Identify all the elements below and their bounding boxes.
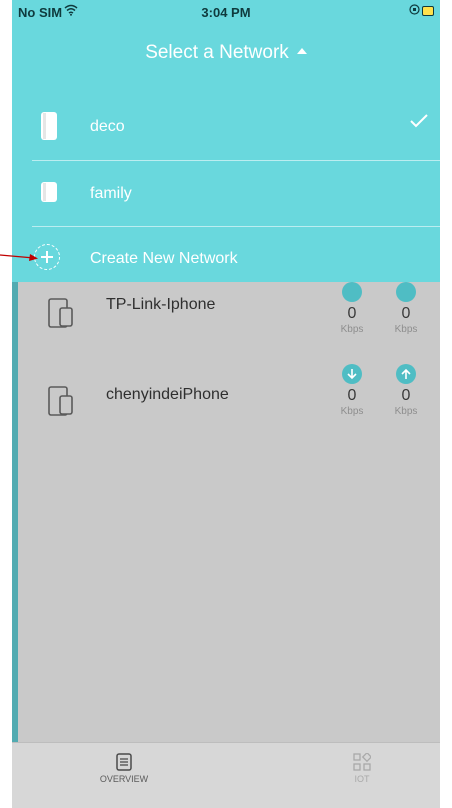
battery-icon — [422, 6, 434, 16]
device-name: chenyindeiPhone — [106, 386, 229, 403]
orientation-lock-icon — [409, 4, 420, 18]
upload-value: 0 — [401, 387, 411, 404]
device-row[interactable]: chenyindeiPhone 0 Kbps 0 Kbps — [12, 364, 440, 448]
bottom-tab-bar: OVERVIEW IOT — [12, 742, 440, 808]
caret-up-icon — [296, 47, 307, 54]
page-title: Select a Network — [145, 42, 289, 63]
network-selector-header[interactable]: Select a Network — [12, 42, 440, 64]
iot-grid-icon — [312, 753, 412, 771]
network-item-deco[interactable]: deco — [12, 94, 440, 160]
download-arrow-icon — [342, 282, 362, 302]
device-name: TP-Link-Iphone — [106, 296, 216, 313]
upload-rate: 0 Kbps — [382, 364, 430, 417]
tab-overview[interactable]: OVERVIEW — [74, 753, 174, 784]
phone-tablet-icon — [48, 298, 74, 333]
clock: 3:04 PM — [201, 5, 251, 20]
status-bar: No SIM 3:04 PM — [12, 0, 440, 24]
tab-overview-label: OVERVIEW — [99, 774, 149, 784]
create-network-label: Create New Network — [90, 250, 238, 267]
network-selector-panel: No SIM 3:04 PM Select a Network deco fam… — [12, 0, 440, 282]
document-icon — [74, 753, 174, 771]
phone-tablet-icon — [48, 386, 74, 421]
annotation-arrow-icon — [0, 254, 38, 261]
check-icon — [410, 114, 428, 133]
upload-rate: 0 Kbps — [382, 282, 430, 335]
download-value: 0 — [347, 305, 357, 322]
network-item-family[interactable]: family — [12, 161, 440, 227]
download-unit: Kbps — [340, 406, 364, 417]
network-label: deco — [90, 118, 125, 135]
upload-value: 0 — [401, 305, 411, 322]
tab-iot[interactable]: IOT — [312, 753, 412, 784]
download-rate: 0 Kbps — [328, 364, 376, 417]
deco-short-icon — [40, 181, 58, 208]
upload-arrow-icon — [396, 282, 416, 302]
download-value: 0 — [347, 387, 357, 404]
download-unit: Kbps — [340, 324, 364, 335]
device-row[interactable]: TP-Link-Iphone 0 Kbps 0 Kbps — [12, 282, 440, 362]
download-arrow-icon — [342, 364, 362, 384]
upload-unit: Kbps — [394, 406, 418, 417]
deco-tall-icon — [40, 111, 58, 146]
download-rate: 0 Kbps — [328, 282, 376, 335]
upload-unit: Kbps — [394, 324, 418, 335]
phone-screen: TP-Link-Iphone 0 Kbps 0 Kbps chenyindeiP… — [12, 0, 440, 808]
network-label: family — [90, 185, 132, 202]
create-new-network-button[interactable]: Create New Network — [12, 226, 440, 282]
upload-arrow-icon — [396, 364, 416, 384]
tab-iot-label: IOT — [354, 774, 370, 784]
